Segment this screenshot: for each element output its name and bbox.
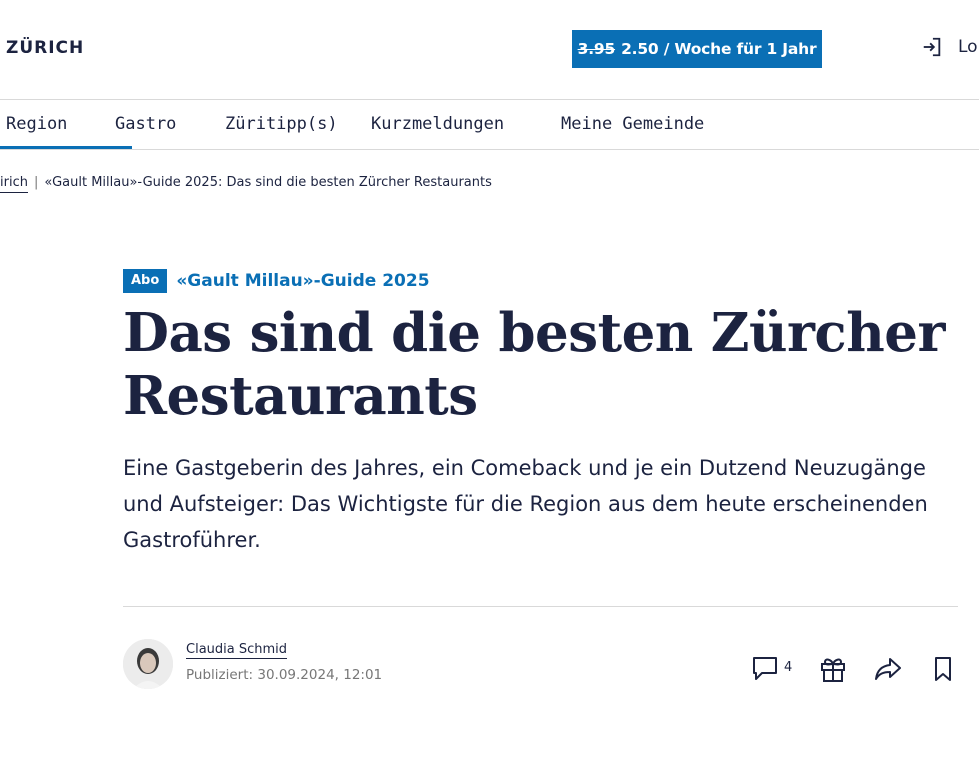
headline-line-1: Das sind die besten Zürcher: [123, 302, 945, 364]
subscription-offer-button[interactable]: 3.95 2.50 / Woche für 1 Jahr: [572, 30, 822, 68]
comments-button[interactable]: [752, 655, 778, 683]
gift-icon: [821, 658, 845, 682]
comment-icon: [753, 657, 777, 680]
nav-item-zueritipps[interactable]: Züritipp(s): [225, 114, 338, 134]
nav-item-region[interactable]: Region: [6, 114, 67, 134]
share-icon: [875, 658, 901, 680]
author-name-link[interactable]: Claudia Schmid: [186, 642, 288, 659]
article-kicker: Abo «Gault Millau»-Guide 2025: [123, 269, 430, 293]
offer-text: 2.50 / Woche für 1 Jahr: [621, 40, 817, 58]
abo-badge: Abo: [123, 269, 168, 293]
login-button[interactable]: Lo: [921, 36, 978, 58]
bookmark-button[interactable]: [933, 655, 953, 683]
breadcrumb-separator: |: [33, 175, 39, 190]
nav-item-meine-gemeinde[interactable]: Meine Gemeinde: [561, 114, 704, 134]
divider: [123, 606, 958, 607]
nav-item-kurzmeldungen[interactable]: Kurzmeldungen: [371, 114, 504, 134]
top-bar: ZÜRICH 3.95 2.50 / Woche für 1 Jahr Lo: [0, 0, 979, 100]
old-price: 3.95: [577, 40, 616, 58]
nav-item-gastro[interactable]: Gastro: [115, 114, 176, 134]
author-portrait-icon: [123, 639, 173, 689]
main-navigation: Region Gastro Züritipp(s) Kurzmeldungen …: [0, 100, 979, 150]
breadcrumb-current: «Gault Millau»-Guide 2025: Das sind die …: [44, 175, 492, 190]
comment-count: 4: [784, 660, 793, 675]
login-icon: [923, 37, 941, 57]
article-headline: Das sind die besten Zürcher Restaurants: [123, 302, 963, 428]
share-button[interactable]: [874, 655, 902, 683]
article-lead: Eine Gastgeberin des Jahres, ein Comebac…: [123, 456, 928, 552]
nav-active-indicator: [0, 146, 132, 149]
author-avatar[interactable]: [123, 639, 173, 689]
bookmark-icon: [935, 657, 951, 681]
breadcrumb-parent-link[interactable]: irich: [0, 175, 28, 193]
published-date: Publiziert: 30.09.2024, 12:01: [186, 667, 383, 683]
login-label: Lo: [958, 37, 978, 57]
kicker-text: «Gault Millau»-Guide 2025: [176, 271, 430, 291]
brand-logo[interactable]: ZÜRICH: [6, 38, 84, 58]
headline-line-2: Restaurants: [123, 365, 478, 427]
breadcrumb: irich | «Gault Millau»-Guide 2025: Das sin…: [0, 175, 492, 193]
gift-article-button[interactable]: [820, 655, 846, 683]
